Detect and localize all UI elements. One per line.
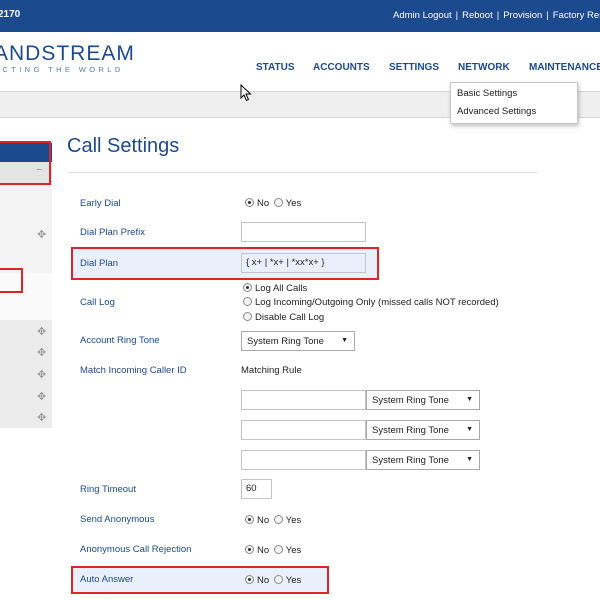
anonymous-rejection-yes-radio[interactable]	[273, 545, 283, 554]
dial-plan-prefix-input[interactable]	[241, 222, 366, 242]
dropdown-arrow-icon: ▼	[466, 396, 473, 403]
highlight-box	[71, 247, 379, 280]
nav-network[interactable]: NETWORK	[458, 62, 510, 73]
send-anonymous-label: Send Anonymous	[80, 514, 155, 525]
call-log-option-incoming-outgoing: Log Incoming/Outgoing Only (missed calls…	[243, 297, 499, 308]
brand-tagline: ECTING THE WORLD	[0, 65, 124, 74]
send-anonymous-yes-label: Yes	[285, 515, 302, 526]
separator: |	[496, 10, 500, 21]
plus-icon[interactable]: ✥	[37, 228, 46, 241]
early-dial-no-radio[interactable]	[245, 198, 254, 207]
nav-maintenance[interactable]: MAINTENANCE	[529, 62, 600, 73]
call-log-disable-radio[interactable]	[243, 312, 252, 321]
call-log-option-disable: Disable Call Log	[243, 312, 324, 323]
matching-ring-tone-select[interactable]: System Ring Tone ▼	[366, 450, 480, 470]
top-links: Admin Logout | Reboot | Provision | Factory Re…	[393, 10, 600, 21]
call-log-incoming-outgoing-label: Log Incoming/Outgoing Only (missed calls…	[255, 297, 499, 308]
brand-name: ANDSTREAM	[0, 42, 135, 65]
page-title: Call Settings	[67, 135, 180, 157]
early-dial-no-label: No	[257, 198, 270, 209]
anonymous-call-rejection-options: No Yes	[245, 545, 303, 556]
call-log-incoming-outgoing-radio[interactable]	[243, 297, 252, 306]
device-model: 2170	[0, 9, 21, 20]
ring-timeout-input[interactable]: 60	[241, 479, 272, 499]
plus-icon[interactable]: ✥	[37, 390, 46, 403]
dropdown-arrow-icon: ▼	[466, 426, 473, 433]
dial-plan-prefix-label: Dial Plan Prefix	[80, 227, 145, 238]
sidebar-group: ✥	[0, 185, 52, 273]
call-log-all-label: Log All Calls	[255, 283, 308, 294]
call-log-option-all: Log All Calls	[243, 283, 307, 294]
send-anonymous-yes-radio[interactable]	[273, 515, 283, 524]
early-dial-label: Early Dial	[80, 198, 121, 209]
anonymous-rejection-no-radio[interactable]	[245, 545, 254, 554]
top-bar: 2170 Admin Logout | Reboot | Provision | Facto…	[0, 0, 600, 32]
account-ring-tone-select[interactable]: System Ring Tone ▼	[241, 331, 355, 351]
early-dial-yes-radio[interactable]	[273, 198, 283, 207]
plus-icon[interactable]: ✥	[37, 325, 46, 338]
matching-ring-tone-value: System Ring Tone	[372, 455, 449, 466]
plus-icon[interactable]: ✥	[37, 411, 46, 424]
dropdown-arrow-icon: ▼	[466, 456, 473, 463]
separator: |	[546, 10, 549, 21]
nav-settings[interactable]: SETTINGS	[389, 62, 439, 73]
anonymous-rejection-yes-label: Yes	[285, 545, 302, 556]
menu-item-basic-settings[interactable]: Basic Settings	[457, 88, 517, 99]
menu-item-advanced-settings[interactable]: Advanced Settings	[457, 106, 536, 117]
call-log-all-radio[interactable]	[243, 283, 252, 292]
highlight-box	[71, 566, 329, 594]
early-dial-yes-label: Yes	[285, 198, 302, 209]
plus-icon[interactable]: ✥	[37, 368, 46, 381]
matching-rule-header: Matching Rule	[241, 365, 302, 376]
send-anonymous-options: No Yes	[245, 515, 303, 526]
matching-rule-input[interactable]	[241, 420, 366, 440]
dropdown-arrow-icon: ▼	[341, 337, 348, 344]
account-ring-tone-value: System Ring Tone	[247, 336, 324, 347]
matching-rule-input[interactable]	[241, 450, 366, 470]
matching-ring-tone-value: System Ring Tone	[372, 425, 449, 436]
matching-rule-input[interactable]	[241, 390, 366, 410]
highlight-box	[0, 141, 51, 185]
mouse-cursor-icon	[240, 84, 252, 102]
nav-status[interactable]: STATUS	[256, 62, 295, 73]
match-incoming-caller-id-label: Match Incoming Caller ID	[80, 365, 187, 376]
call-log-label: Call Log	[80, 297, 115, 308]
divider	[67, 172, 538, 173]
provision-link[interactable]: Provision	[503, 10, 542, 21]
matching-ring-tone-select[interactable]: System Ring Tone ▼	[366, 420, 480, 440]
plus-icon[interactable]: ✥	[37, 346, 46, 359]
send-anonymous-no-label: No	[257, 515, 270, 526]
matching-ring-tone-select[interactable]: System Ring Tone ▼	[366, 390, 480, 410]
nav-accounts[interactable]: ACCOUNTS	[313, 62, 370, 73]
sidebar-group-lower: ✥ ✥ ✥ ✥ ✥	[0, 320, 52, 428]
admin-logout-link[interactable]: Admin Logout	[393, 10, 452, 21]
reboot-link[interactable]: Reboot	[462, 10, 493, 21]
matching-ring-tone-value: System Ring Tone	[372, 395, 449, 406]
network-dropdown-menu: Basic Settings Advanced Settings	[450, 82, 578, 124]
account-ring-tone-label: Account Ring Tone	[80, 335, 160, 346]
ring-timeout-label: Ring Timeout	[80, 484, 136, 495]
highlight-box	[0, 268, 23, 293]
factory-reset-link[interactable]: Factory Rese	[553, 10, 600, 21]
anonymous-rejection-no-label: No	[257, 545, 270, 556]
early-dial-options: No Yes	[245, 198, 303, 209]
brand-logo: ANDSTREAM ECTING THE WORLD	[0, 42, 135, 74]
call-log-disable-label: Disable Call Log	[255, 312, 325, 323]
separator: |	[455, 10, 459, 21]
anonymous-call-rejection-label: Anonymous Call Rejection	[80, 544, 192, 555]
send-anonymous-no-radio[interactable]	[245, 515, 254, 524]
